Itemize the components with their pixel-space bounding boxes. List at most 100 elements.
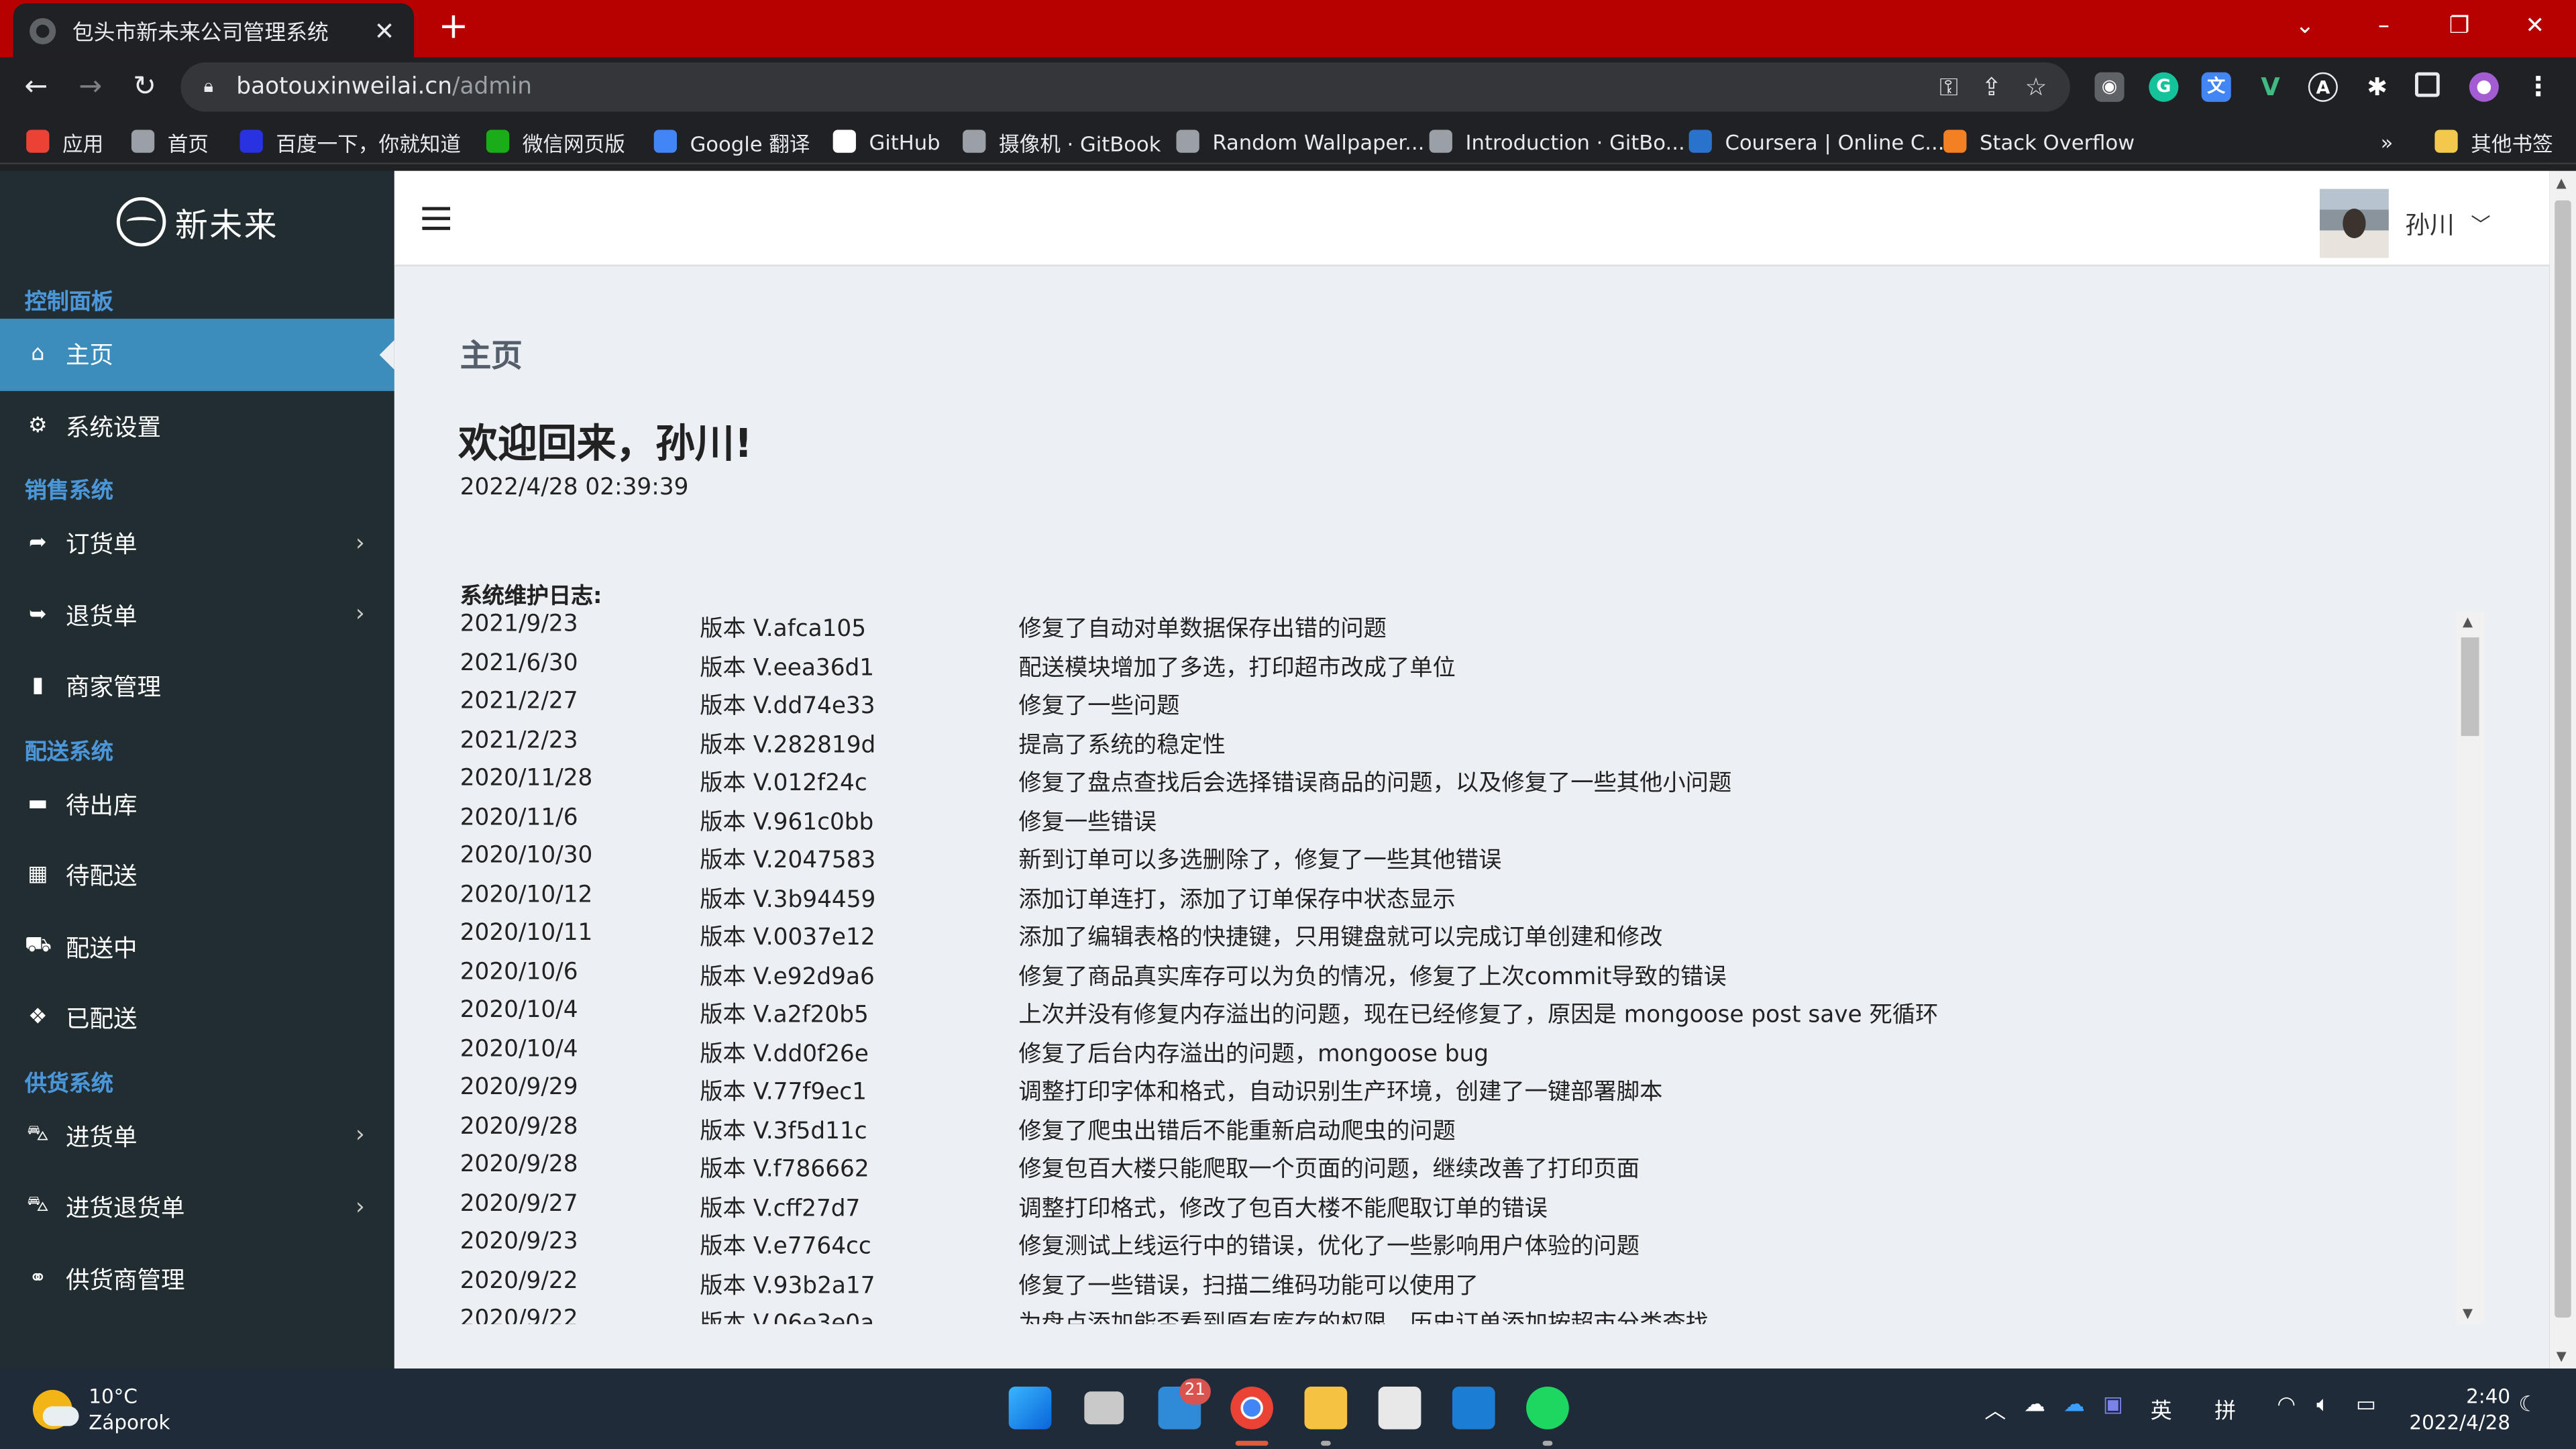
forward-icon[interactable]: →	[70, 67, 110, 107]
logo-icon	[115, 197, 166, 247]
profile-avatar-icon[interactable]: ●	[2469, 72, 2499, 102]
mail-icon[interactable]	[1452, 1386, 1495, 1430]
grammarly-extension-icon[interactable]: G	[2149, 72, 2179, 102]
sidebar-item[interactable]: ▦ 待配送	[0, 839, 394, 911]
log-version: 版本 V.a2f20b5	[700, 1002, 869, 1029]
tray-overflow-icon[interactable]: ︿	[1984, 1393, 2006, 1425]
ime-mode[interactable]: 拼	[2214, 1393, 2236, 1425]
restore-icon[interactable]: ❐	[2422, 0, 2498, 52]
volume-icon[interactable]: 🔈︎	[2316, 1393, 2329, 1418]
bookmark-item[interactable]: Coursera | Online C...	[1688, 125, 1945, 158]
log-date: 2020/11/6	[460, 804, 578, 830]
bookmark-item[interactable]: GitHub	[833, 125, 941, 158]
bookmark-item[interactable]: 应用	[26, 125, 103, 158]
sidebar-item[interactable]: ⛍ 进货退货单 ›	[0, 1171, 394, 1243]
log-version: 版本 V.06e3e0a	[700, 1311, 875, 1324]
log-note: 修复包百大楼只能爬取一个页面的问题，继续改善了打印页面	[1018, 1157, 1640, 1183]
bookmark-item[interactable]: 摄像机 · GitBook	[963, 125, 1161, 158]
bookmark-item[interactable]: Introduction · GitBo...	[1429, 125, 1685, 158]
spotify-indicator	[1542, 1440, 1553, 1446]
log-date: 2020/9/27	[460, 1190, 578, 1217]
log-note: 修复了爬虫出错后不能重新启动爬虫的问题	[1018, 1118, 1456, 1144]
sidebar-item-label: 进货退货单	[65, 1196, 185, 1223]
sidebar-item[interactable]: ⚭ 供货商管理	[0, 1243, 394, 1315]
bookmark-item[interactable]: 首页	[131, 125, 209, 158]
log-date: 2020/10/11	[460, 920, 593, 947]
start-icon[interactable]	[1008, 1386, 1052, 1430]
bookmarks-overflow-icon[interactable]: »	[2381, 125, 2394, 158]
file-explorer-icon[interactable]	[1304, 1386, 1348, 1430]
address-bar[interactable]: 🔒︎ baotouxinweilai.cn/admin ⚿ ⇪ ☆	[180, 62, 2070, 112]
sidebar-item[interactable]: ➦ 订货单 ›	[0, 508, 394, 580]
sidebar-item[interactable]: ⚙ 系统设置	[0, 390, 394, 462]
page-scroll-up-icon[interactable]: ▲	[2557, 176, 2567, 191]
log-version: 版本 V.dd74e33	[700, 693, 875, 720]
log-note: 修复一些错误	[1018, 809, 1157, 836]
bookmark-item[interactable]: 微信网页版	[486, 125, 625, 158]
sidebar-item[interactable]: ▬ 待出库	[0, 768, 394, 840]
weather-widget[interactable]: 10°C Záporok	[32, 1383, 170, 1436]
chrome-icon[interactable]	[1230, 1386, 1273, 1430]
explorer-indicator	[1320, 1440, 1331, 1446]
bookmark-item[interactable]: 百度一下，你就知道	[239, 125, 461, 158]
browser-tab[interactable]: 包头市新未来公司管理系统 ✕	[13, 3, 415, 58]
teams-icon[interactable]: ▣	[2103, 1393, 2123, 1418]
extensions-puzzle-icon[interactable]: ✱	[2363, 72, 2392, 102]
weather-icon	[32, 1389, 79, 1430]
close-window-icon[interactable]: ✕	[2497, 0, 2573, 52]
log-row: 2020/10/6 版本 V.e92d9a6 修复了商品真实库存可以为负的情况，修复…	[460, 959, 2484, 998]
tab-close-icon[interactable]: ✕	[371, 15, 397, 45]
onedrive-icon[interactable]: ☁	[2024, 1393, 2045, 1418]
page-scroll-down-icon[interactable]: ▼	[2557, 1349, 2567, 1364]
menu-kebab-icon[interactable]: ⋮	[2524, 72, 2553, 102]
notification-badge: 21	[1179, 1378, 1211, 1405]
sidebar-section-header: 控制面板	[24, 289, 113, 316]
camera-extension-icon[interactable]: ◉	[2094, 72, 2125, 102]
wifi-icon[interactable]: ◠	[2277, 1393, 2296, 1418]
side-panel-icon[interactable]	[2415, 72, 2440, 97]
vue-devtools-icon[interactable]: V	[2255, 72, 2285, 102]
app-logo[interactable]: 新未来	[0, 171, 394, 273]
sidebar-item[interactable]: ⛍ 进货单 ›	[0, 1100, 394, 1172]
share-icon[interactable]: ⇪	[1981, 72, 2002, 102]
other-bookmarks[interactable]: 其他书签	[2434, 125, 2553, 158]
url-path: /admin	[451, 74, 532, 101]
sidebar-item[interactable]: ▮ 商家管理	[0, 651, 394, 722]
minimize-icon[interactable]: –	[2346, 0, 2422, 52]
page-scrollbar[interactable]: ▲ ▼	[2549, 170, 2576, 1369]
onedrive-business-icon[interactable]: ☁	[2063, 1393, 2085, 1418]
scroll-up-icon[interactable]: ▲	[2463, 614, 2473, 629]
spotify-icon[interactable]	[1526, 1386, 1569, 1430]
key-icon[interactable]: ⚿	[1939, 72, 1958, 102]
bookmark-item[interactable]: Google 翻译	[653, 125, 810, 158]
maintenance-log[interactable]: 2021/9/23 版本 V.afca105 修复了自动对单数据保存出错的问题 202…	[460, 611, 2484, 1324]
back-icon[interactable]: ←	[16, 67, 56, 107]
sidebar-toggle-icon[interactable]	[422, 207, 451, 231]
login-timestamp: 2022/4/28 02:39:39	[460, 474, 689, 501]
store-icon[interactable]	[1378, 1386, 1421, 1430]
task-view-icon[interactable]	[1084, 1391, 1124, 1425]
battery-icon[interactable]: ▭	[2356, 1393, 2376, 1418]
sidebar-item[interactable]: ❖ 已配送	[0, 983, 394, 1055]
ime-language[interactable]: 英	[2151, 1393, 2172, 1425]
bookmark-item[interactable]: Stack Overflow	[1943, 125, 2135, 158]
clock[interactable]: 2:40 2022/4/28	[2409, 1383, 2510, 1436]
bookmark-star-icon[interactable]: ☆	[2025, 72, 2047, 102]
new-tab-button[interactable]: +	[434, 7, 474, 48]
bookmark-item[interactable]: Random Wallpaper...	[1176, 125, 1424, 158]
scroll-down-icon[interactable]: ▼	[2463, 1306, 2473, 1321]
sidebar-item[interactable]: ➥ 退货单 ›	[0, 579, 394, 651]
user-menu[interactable]: 孙川 ﹀	[2319, 189, 2491, 258]
notifications-moon-icon[interactable]: ☾	[2518, 1393, 2538, 1418]
bookmark-favicon-icon	[486, 129, 510, 153]
page-scroll-thumb[interactable]	[2555, 200, 2571, 1318]
log-scroll-thumb[interactable]	[2461, 637, 2479, 737]
tab-search-icon[interactable]: ⌄	[2267, 0, 2343, 52]
sidebar-item[interactable]: ⌂ 主页	[0, 319, 394, 390]
sidebar-item[interactable]: ⛟ 配送中	[0, 911, 394, 983]
log-date: 2020/11/28	[460, 765, 593, 792]
reload-icon[interactable]: ↻	[125, 67, 164, 107]
translate-extension-icon[interactable]: 文	[2201, 72, 2231, 102]
a-extension-icon[interactable]: A	[2308, 72, 2338, 102]
log-scrollbar[interactable]: ▲ ▼	[2456, 611, 2484, 1324]
